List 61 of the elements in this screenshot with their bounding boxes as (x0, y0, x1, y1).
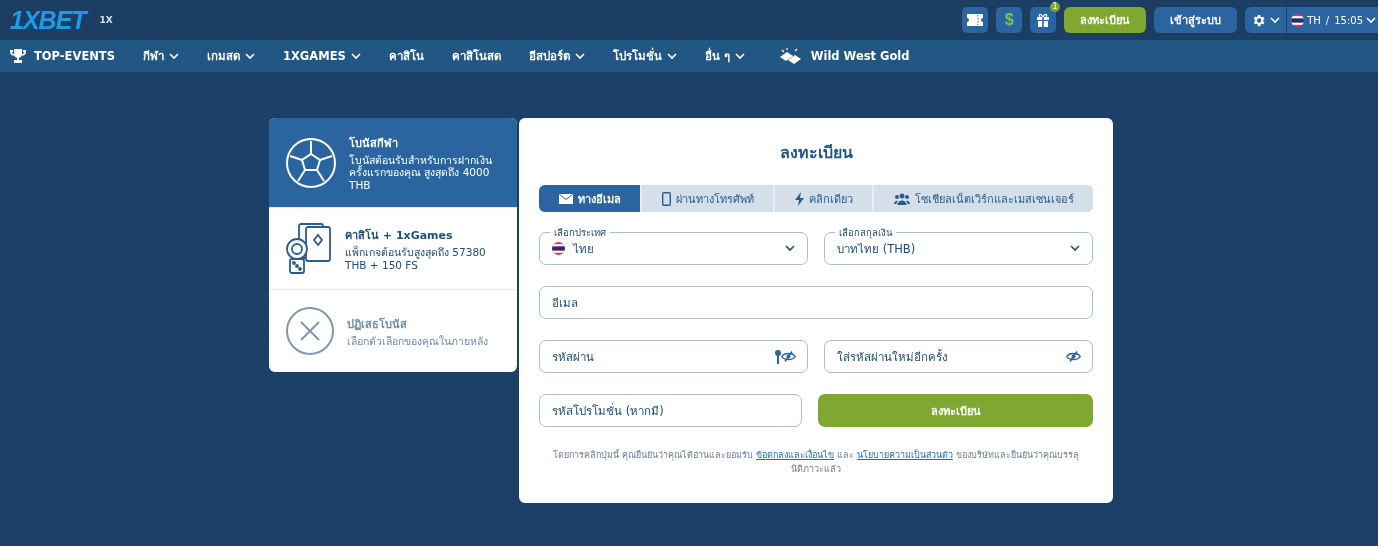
bonus-title: คาสิโน + 1xGames (345, 227, 454, 244)
gift-icon (1036, 13, 1051, 27)
people-icon (893, 192, 910, 205)
cards-chips-dice-icon (285, 222, 333, 275)
bonus-title: ปฏิเสธโบนัส (347, 316, 408, 333)
chevron-down-icon (1070, 245, 1080, 252)
trophy-icon (10, 48, 26, 64)
envelope-icon (558, 193, 573, 204)
chevron-down-icon (785, 245, 795, 252)
settings-button[interactable] (1245, 7, 1287, 33)
ticket-icon (967, 14, 984, 26)
phone-icon (661, 191, 671, 206)
promo-code-field[interactable]: รหัสโปรโมชั่น (หากมี) (539, 394, 802, 427)
nav-link[interactable]: อื่น ๆ (704, 47, 745, 65)
bonus-description: โบนัสต้อนรับสำหรับการฝากเงินครั้งแรกของคุณ สูงสุดถึง 4000 THB (349, 153, 493, 192)
separator-text: / (1325, 14, 1330, 26)
bonus-description: เลือกตัวเลือกของคุณในภายหลัง (347, 334, 489, 348)
ingots-icon (778, 48, 803, 64)
ticket-button[interactable] (962, 7, 989, 33)
notification-badge: 1 (1050, 2, 1061, 12)
bonus-title: โบนัสกีฬา (349, 135, 399, 152)
eye-slash-icon (781, 351, 796, 362)
login-button[interactable]: เข้าสู่ระบบ (1154, 7, 1238, 33)
clock-time: 15:05 (1334, 14, 1363, 26)
form-title: ลงทะเบียน (779, 142, 853, 164)
chevron-down-icon (1366, 16, 1376, 24)
legal-link[interactable]: นโยบายความเป็นส่วนตัว (856, 450, 953, 460)
password-field[interactable]: ใส่รหัสผ่านใหม่อีกครั้ง (824, 340, 1093, 373)
thailand-flag-icon (552, 242, 565, 255)
lightning-icon (794, 191, 804, 206)
chevron-down-icon (1270, 16, 1281, 24)
soccer-ball-icon (285, 136, 337, 189)
bonus-option[interactable]: ปฏิเสธโบนัส เลือกตัวเลือกของคุณในภายหลัง (269, 290, 517, 372)
brand-label: 1X (99, 15, 113, 25)
nav-link[interactable]: Wild West Gold (778, 48, 910, 64)
thailand-flag-icon (1291, 13, 1305, 27)
close-circle-icon (285, 306, 335, 356)
legal-link[interactable]: ข้อตกลงและเงื่อนไข (756, 450, 835, 460)
tab[interactable]: ทางอีเมล (539, 185, 642, 212)
nav-link[interactable]: โปรโมชั่น (612, 47, 677, 65)
nav-link[interactable]: 1XGAMES (283, 49, 361, 63)
nav-link[interactable]: คาสิโนสด (451, 47, 501, 65)
nav-link[interactable]: TOP-EVENTS (10, 48, 115, 64)
password-field[interactable]: รหัสผ่าน (539, 340, 808, 373)
bonus-option[interactable]: คาสิโน + 1xGames แพ็กเกจต้อนรับสูงสุดถึง 57380 THB + 150 FS (269, 208, 517, 290)
legal-text: โดยการคลิกปุ่มนี้ คุณยืนยันว่าคุณได้อ่านและยอมรับ ข้อตกลงและเงื่อนไข และ นโยบายความเป็นส่วนตัว ของบริษัทและยืนยันว่าคุณบรรลุนิติภาวะแล้ว (552, 448, 1080, 477)
key-icon (775, 349, 781, 364)
eye-slash-icon (1066, 351, 1081, 362)
nav-link[interactable]: กีฬา (143, 47, 179, 65)
nav-link[interactable]: เกมสด (207, 47, 255, 65)
gift-button[interactable] (1030, 7, 1057, 33)
logo[interactable]: 1XBET (10, 5, 86, 35)
nav-link[interactable]: คาสิโน (388, 47, 424, 65)
field-label: เลือกสกุลเงิน (835, 225, 896, 240)
language-code: TH (1307, 14, 1321, 26)
nav-link[interactable]: อีสปอร์ต (528, 47, 585, 65)
bonus-option[interactable]: โบนัสกีฬา โบนัสต้อนรับสำหรับการฝากเงินครั้งแรกของคุณ สูงสุดถึง 4000 THB (269, 118, 517, 208)
settings-icon (1251, 12, 1267, 28)
bonus-description: แพ็กเกจต้อนรับสูงสุดถึง 57380 THB + 150 FS (345, 245, 487, 272)
email-field[interactable]: อีเมล (539, 286, 1093, 319)
language-button[interactable]: TH / 15:05 (1286, 7, 1378, 33)
